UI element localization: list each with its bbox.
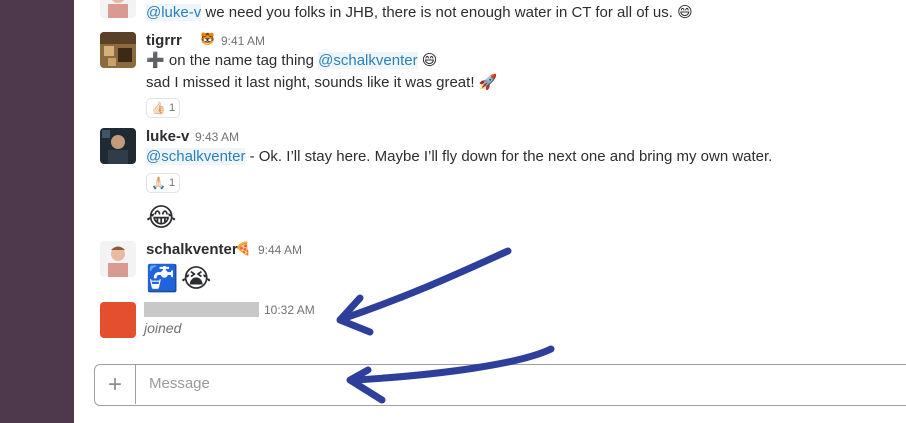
reaction-thumbs-up[interactable]: 👍🏻 1 bbox=[146, 98, 181, 118]
message-input[interactable] bbox=[147, 374, 751, 393]
reaction-count: 1 bbox=[168, 102, 176, 114]
message-pane: @luke-v we need you folks in JHB, there … bbox=[74, 0, 906, 423]
pray-icon: 🙏🏻 bbox=[151, 176, 166, 190]
message-composer: + bbox=[94, 364, 906, 406]
message-timestamp[interactable]: 9:41 AM bbox=[221, 34, 265, 48]
grinning-emoji: 😄 bbox=[421, 52, 438, 69]
grinning-emoji: 😄 bbox=[677, 4, 693, 21]
message-timestamp[interactable]: 9:43 AM bbox=[195, 130, 239, 144]
crying-emoji: 😭 bbox=[181, 263, 212, 293]
reaction-count: 1 bbox=[168, 177, 176, 189]
message-text: @luke-v we need you folks in JHB, there … bbox=[146, 4, 693, 21]
avatar-tigrrr[interactable] bbox=[100, 32, 136, 68]
message-timestamp[interactable]: 9:44 AM bbox=[258, 243, 302, 257]
username-schalkventer[interactable]: schalkventer bbox=[146, 241, 238, 258]
message-text: ➕ on the name tag thing @schalkventer 😄 bbox=[146, 52, 438, 69]
plus-icon: + bbox=[107, 370, 122, 398]
redacted-username bbox=[144, 302, 259, 317]
avatar-luke-v[interactable] bbox=[100, 128, 136, 164]
tiger-status-emoji: 🐯 bbox=[200, 32, 215, 46]
tears-of-joy-emoji: 😂 bbox=[146, 202, 177, 232]
avatar-new-user[interactable] bbox=[100, 302, 136, 338]
add-attachment-button[interactable]: + bbox=[95, 365, 136, 404]
message-text: sad I missed it last night, sounds like … bbox=[146, 74, 498, 91]
avatar-schalkventer[interactable] bbox=[100, 0, 136, 18]
potable-water-emoji: 🚰 bbox=[146, 263, 179, 293]
user-mention[interactable]: @schalkventer bbox=[318, 52, 418, 69]
pizza-status-emoji: 🍕 bbox=[235, 241, 252, 256]
joined-text: joined bbox=[144, 320, 182, 336]
reaction-pray[interactable]: 🙏🏻 1 bbox=[146, 173, 181, 193]
username-luke-v[interactable]: luke-v bbox=[146, 128, 189, 145]
workspace-sidebar bbox=[0, 0, 74, 423]
user-mention[interactable]: @luke-v bbox=[146, 4, 202, 21]
message-timestamp[interactable]: 10:32 AM bbox=[264, 303, 315, 317]
username-tigrrr[interactable]: tigrrr bbox=[146, 32, 182, 49]
avatar-schalkventer[interactable] bbox=[100, 241, 136, 277]
thumbs-up-icon: 👍🏻 bbox=[151, 101, 166, 115]
message-text: @schalkventer - Ok. I’ll stay here. Mayb… bbox=[146, 148, 773, 165]
plus-emoji: ➕ bbox=[146, 52, 165, 69]
user-mention[interactable]: @schalkventer bbox=[146, 148, 246, 165]
rocket-emoji: 🚀 bbox=[478, 74, 498, 91]
